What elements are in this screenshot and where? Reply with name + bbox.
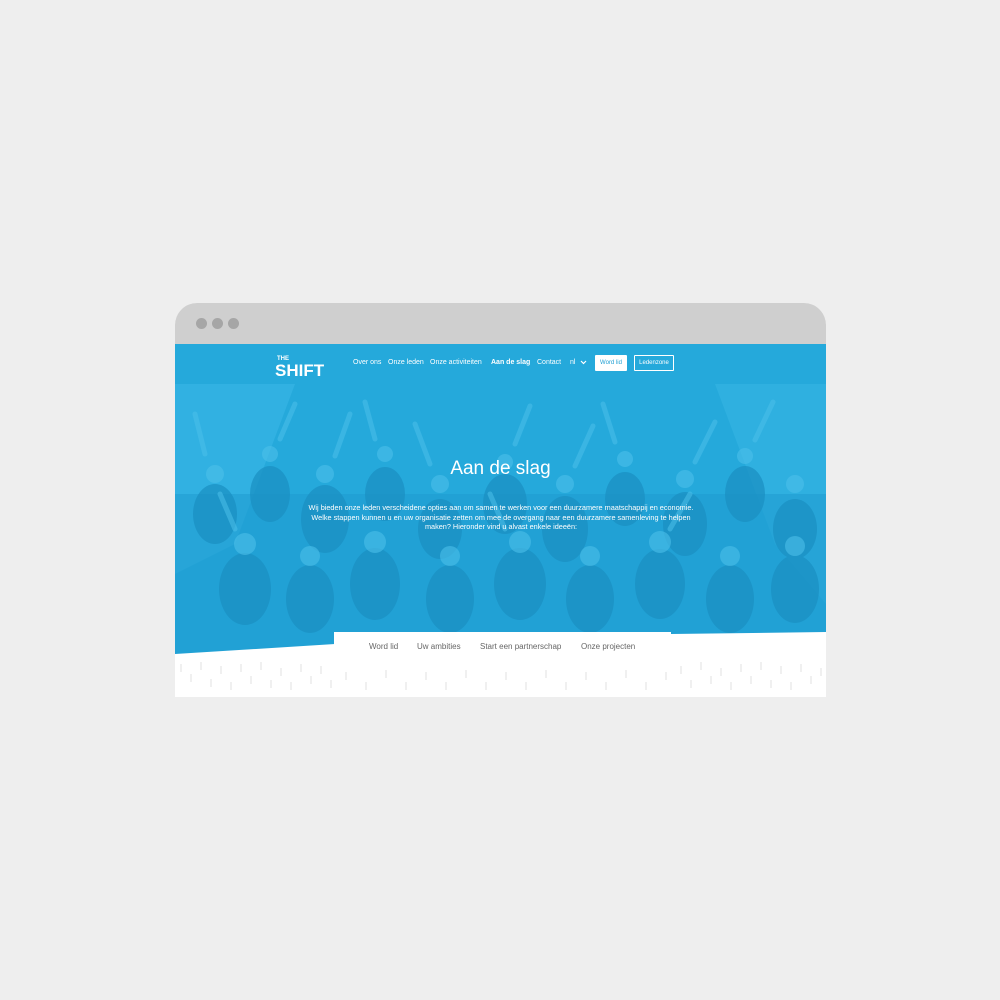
word-lid-button[interactable]: Word lid	[595, 355, 627, 371]
browser-window: THE SHIFT Over ons Onze leden Onze activ…	[175, 303, 826, 697]
chevron-down-icon[interactable]	[580, 359, 587, 366]
svg-text:SHIFT: SHIFT	[275, 361, 325, 378]
window-dot-maximize[interactable]	[228, 318, 239, 329]
page-viewport: THE SHIFT Over ons Onze leden Onze activ…	[175, 344, 826, 697]
main-navigation: THE SHIFT Over ons Onze leden Onze activ…	[175, 344, 826, 382]
intro-text: Wij bieden onze leden verscheidene optie…	[281, 503, 721, 532]
hero-section: THE SHIFT Over ons Onze leden Onze activ…	[175, 344, 826, 697]
language-selector[interactable]: nl	[570, 358, 575, 368]
nav-link-aan-de-slag[interactable]: Aan de slag	[491, 358, 530, 368]
tab-uw-ambities[interactable]: Uw ambities	[417, 642, 461, 652]
window-dot-minimize[interactable]	[212, 318, 223, 329]
browser-toolbar	[175, 303, 826, 344]
tab-onze-projecten[interactable]: Onze projecten	[581, 642, 635, 652]
nav-link-over-ons[interactable]: Over ons	[353, 358, 381, 368]
the-shift-logo[interactable]: THE SHIFT	[275, 352, 335, 378]
nav-link-onze-activiteiten[interactable]: Onze activiteiten	[430, 358, 482, 368]
nav-link-contact[interactable]: Contact	[537, 358, 561, 368]
ledenzone-button[interactable]: Ledenzone	[634, 355, 674, 371]
tab-start-een-partnerschap[interactable]: Start een partnerschap	[480, 642, 561, 652]
window-dot-close[interactable]	[196, 318, 207, 329]
nav-link-onze-leden[interactable]: Onze leden	[388, 358, 424, 368]
intro-line-2: Welke stappen kunnen u en uw organisatie…	[311, 512, 691, 522]
tab-word-lid[interactable]: Word lid	[369, 642, 398, 652]
page-title: Aan de slag	[450, 458, 551, 479]
intro-line-1: Wij bieden onze leden verscheidene optie…	[308, 503, 694, 512]
intro-line-3: maken? Hieronder vind u alvast enkele id…	[424, 522, 578, 531]
section-tabs: Word lid Uw ambities Start een partnersc…	[334, 632, 671, 662]
